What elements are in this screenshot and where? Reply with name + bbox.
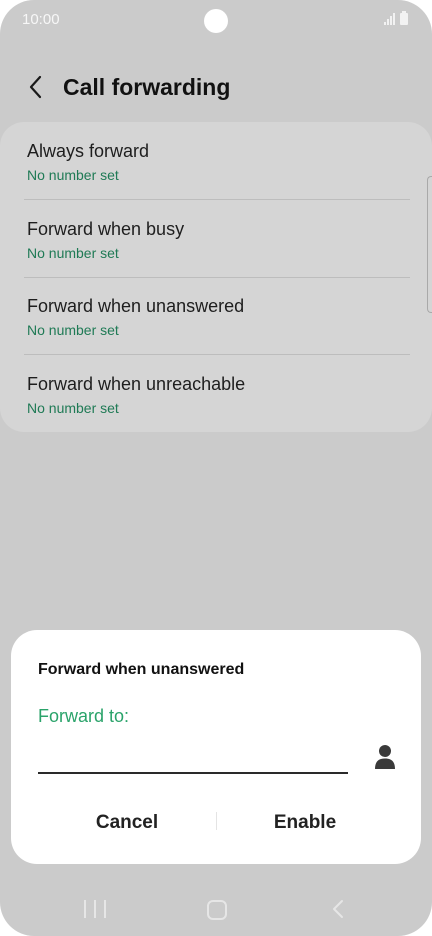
status-icons — [384, 11, 408, 25]
phone-screen: 10:00 Call forwarding Always forward No … — [0, 0, 432, 936]
list-item-subtitle: No number set — [27, 400, 119, 416]
list-item-subtitle: No number set — [27, 322, 119, 338]
list-item-title: Forward when busy — [27, 219, 185, 239]
list-item-title: Forward when unreachable — [27, 374, 246, 394]
battery-icon — [400, 11, 408, 25]
chevron-left-icon[interactable] — [26, 74, 48, 100]
list-item-forward-when-unreachable[interactable]: Forward when unreachable No number set — [27, 355, 410, 432]
navigation-bar — [0, 880, 432, 936]
list-item-forward-when-unanswered[interactable]: Forward when unanswered No number set — [27, 277, 410, 354]
list-item-title: Forward when unanswered — [27, 296, 245, 316]
dialog-title: Forward when unanswered — [38, 661, 245, 678]
forward-to-label: Forward to: — [38, 706, 130, 726]
signal-icon — [384, 13, 395, 25]
forward-number-input[interactable] — [38, 740, 348, 774]
back-nav-icon[interactable] — [329, 898, 347, 920]
status-bar: 10:00 — [0, 0, 432, 40]
app-header: Call forwarding — [0, 66, 432, 110]
person-icon[interactable] — [373, 744, 397, 770]
list-item-subtitle: No number set — [27, 167, 119, 183]
scroll-indicator[interactable] — [427, 176, 432, 313]
recents-icon[interactable] — [84, 900, 106, 918]
enable-button[interactable]: Enable — [215, 802, 395, 844]
forward-dialog: Forward when unanswered Forward to: Canc… — [11, 630, 421, 864]
camera-cutout — [204, 9, 228, 33]
list-item-always-forward[interactable]: Always forward No number set — [27, 122, 410, 199]
settings-list: Always forward No number set Forward whe… — [0, 122, 432, 432]
status-time: 10:00 — [22, 11, 60, 28]
list-item-title: Always forward — [27, 141, 150, 161]
page-title: Call forwarding — [63, 74, 231, 100]
home-icon[interactable] — [207, 900, 227, 920]
cancel-button[interactable]: Cancel — [37, 802, 217, 844]
dialog-buttons: Cancel Enable — [11, 802, 421, 844]
list-item-forward-when-busy[interactable]: Forward when busy No number set — [27, 200, 410, 277]
list-item-subtitle: No number set — [27, 245, 119, 261]
